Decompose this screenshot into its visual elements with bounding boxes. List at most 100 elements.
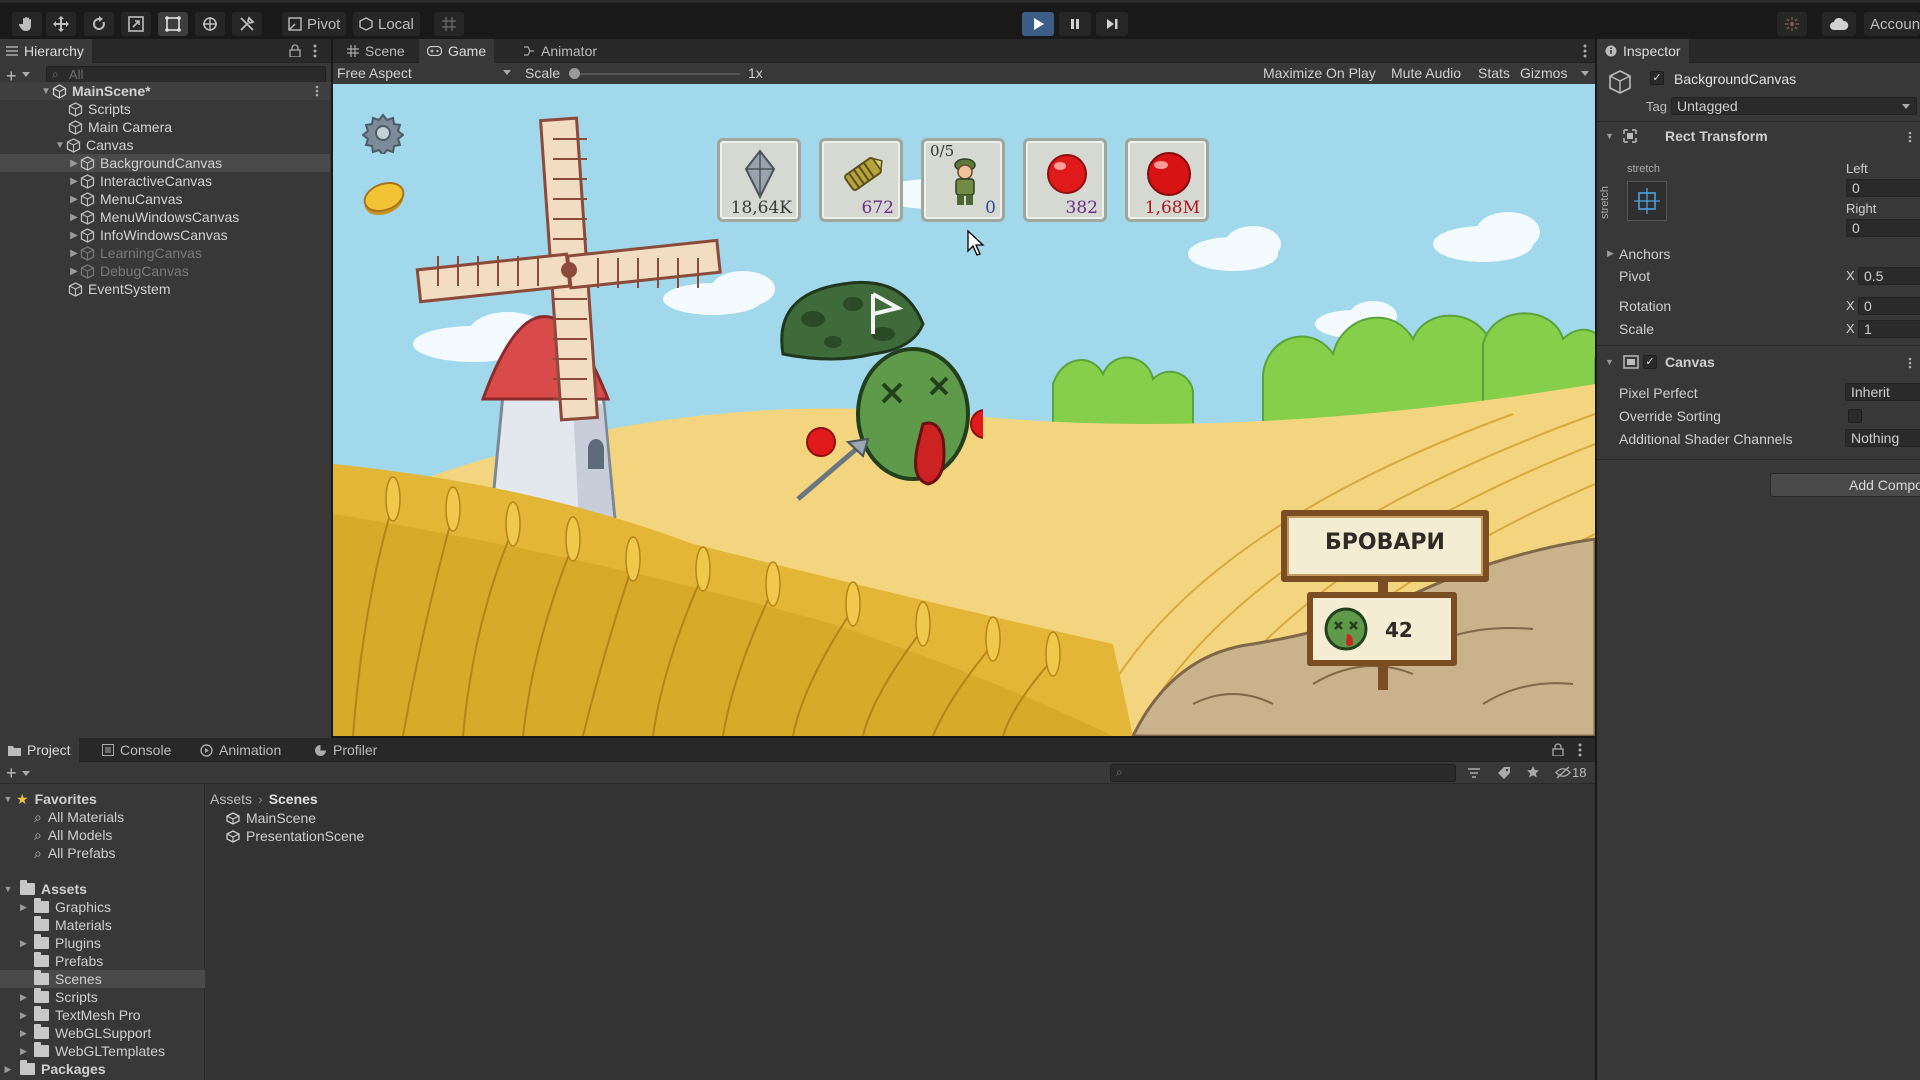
component-menu-icon[interactable] bbox=[1908, 357, 1912, 369]
mute-audio-toggle[interactable]: Mute Audio bbox=[1391, 65, 1461, 81]
filter-type-icon[interactable] bbox=[1467, 766, 1481, 780]
stats-toggle[interactable]: Stats bbox=[1478, 65, 1510, 81]
move-tool-button[interactable] bbox=[46, 12, 76, 36]
play-button[interactable] bbox=[1022, 12, 1054, 36]
collapsed-arrow-icon[interactable]: ▶ bbox=[68, 158, 80, 169]
scene-file-main[interactable]: MainScene bbox=[226, 809, 316, 827]
cloud-button[interactable] bbox=[1822, 12, 1856, 36]
hierarchy-item-background-canvas[interactable]: ▶ BackgroundCanvas bbox=[0, 154, 330, 172]
hierarchy-item-info-windows-canvas[interactable]: ▶ InfoWindowsCanvas bbox=[0, 226, 330, 244]
collapsed-arrow-icon[interactable]: ▶ bbox=[68, 266, 80, 277]
folder-plugins[interactable]: ▶ Plugins bbox=[20, 934, 101, 952]
anchors-label[interactable]: Anchors bbox=[1619, 246, 1670, 262]
gold-coin-icon[interactable] bbox=[361, 181, 407, 217]
collapsed-arrow-icon[interactable]: ▶ bbox=[68, 194, 80, 205]
transform-tool-button[interactable] bbox=[195, 12, 225, 36]
gizmos-toggle[interactable]: Gizmos bbox=[1520, 65, 1567, 81]
star-icon[interactable] bbox=[1526, 765, 1540, 779]
kebab-menu-icon[interactable] bbox=[313, 44, 317, 58]
chevron-down-icon[interactable] bbox=[22, 771, 30, 776]
anchor-presets-button[interactable] bbox=[1627, 181, 1667, 221]
packages-row[interactable]: ▶ Packages bbox=[0, 1060, 106, 1078]
tag-dropdown[interactable]: Untagged bbox=[1671, 97, 1917, 115]
local-toggle[interactable]: Local bbox=[353, 12, 420, 36]
favorite-all-prefabs[interactable]: ⌕ All Prefabs bbox=[34, 844, 116, 862]
add-component-button[interactable]: Add Compo bbox=[1770, 473, 1920, 497]
pixel-perfect-dropdown[interactable]: Inherit bbox=[1845, 383, 1920, 401]
collapsed-arrow-icon[interactable]: ▶ bbox=[20, 992, 34, 1003]
object-name-field[interactable]: BackgroundCanvas bbox=[1674, 71, 1796, 87]
grid-snap-button[interactable] bbox=[434, 12, 464, 36]
hierarchy-item-menu-windows-canvas[interactable]: ▶ MenuWindowsCanvas bbox=[0, 208, 330, 226]
enemy-count-sign[interactable]: 42 bbox=[1307, 592, 1457, 666]
folder-graphics[interactable]: ▶ Graphics bbox=[20, 898, 111, 916]
component-menu-icon[interactable] bbox=[1908, 131, 1912, 143]
gizmos-dropdown-icon[interactable] bbox=[1581, 71, 1589, 76]
favorites-row[interactable]: ▼ ★ Favorites bbox=[0, 790, 205, 808]
custom-tool-button[interactable] bbox=[232, 12, 262, 36]
hierarchy-item-canvas[interactable]: ▼ Canvas bbox=[0, 136, 330, 154]
city-sign[interactable]: БРОВАРИ bbox=[1281, 510, 1489, 582]
lock-icon[interactable] bbox=[1552, 743, 1564, 756]
override-sorting-checkbox[interactable] bbox=[1848, 409, 1862, 423]
pivot-x-field[interactable]: 0.5 bbox=[1858, 267, 1920, 285]
hud-big-orb-card[interactable]: 1,68M bbox=[1125, 138, 1209, 222]
scene-file-presentation[interactable]: PresentationScene bbox=[226, 827, 364, 845]
fold-arrow-icon[interactable]: ▼ bbox=[0, 884, 16, 894]
hierarchy-item-menu-canvas[interactable]: ▶ MenuCanvas bbox=[0, 190, 330, 208]
scale-tool-button[interactable] bbox=[121, 12, 151, 36]
game-view[interactable]: 18,64K 672 0/5 0 382 1,68M БРОВАРИ 42 bbox=[333, 84, 1595, 736]
scale-slider-handle[interactable] bbox=[569, 68, 580, 79]
breadcrumb-scenes[interactable]: Scenes bbox=[269, 791, 318, 807]
create-asset-button[interactable]: + bbox=[6, 763, 17, 784]
chevron-down-icon[interactable] bbox=[22, 72, 30, 77]
shader-channels-dropdown[interactable]: Nothing bbox=[1845, 429, 1920, 447]
hand-tool-button[interactable] bbox=[12, 12, 42, 36]
collapsed-arrow-icon[interactable]: ▶ bbox=[20, 1010, 34, 1021]
folder-materials[interactable]: Materials bbox=[34, 916, 112, 934]
hud-soldier-card[interactable]: 0/5 0 bbox=[921, 138, 1005, 222]
breadcrumb-assets[interactable]: Assets bbox=[210, 791, 252, 807]
scene-row[interactable]: ▼ MainScene* bbox=[0, 82, 330, 100]
folder-prefabs[interactable]: Prefabs bbox=[34, 952, 103, 970]
hud-orb-card[interactable]: 382 bbox=[1023, 138, 1107, 222]
assets-row[interactable]: ▼ Assets bbox=[0, 880, 205, 898]
collapsed-arrow-icon[interactable]: ▶ bbox=[1607, 248, 1614, 259]
tab-scene[interactable]: Scene bbox=[339, 39, 413, 63]
lock-icon[interactable] bbox=[289, 44, 301, 57]
tab-game[interactable]: Game bbox=[419, 39, 495, 63]
folder-textmesh-pro[interactable]: ▶ TextMesh Pro bbox=[20, 1006, 141, 1024]
collapsed-arrow-icon[interactable]: ▶ bbox=[0, 1064, 16, 1075]
eye-hidden-icon[interactable] bbox=[1555, 766, 1571, 779]
kebab-menu-icon[interactable] bbox=[1583, 44, 1587, 58]
tab-profiler[interactable]: Profiler bbox=[306, 738, 385, 762]
active-checkbox[interactable]: ✓ bbox=[1650, 71, 1664, 85]
tab-project[interactable]: Project bbox=[0, 738, 79, 762]
collapsed-arrow-icon[interactable]: ▶ bbox=[68, 212, 80, 223]
hierarchy-item-learning-canvas[interactable]: ▶ LearningCanvas bbox=[0, 244, 330, 262]
collab-button[interactable] bbox=[1777, 12, 1807, 36]
scale-slider-track[interactable] bbox=[570, 73, 740, 75]
folder-scenes[interactable]: Scenes bbox=[0, 970, 205, 988]
project-search-input[interactable]: ⌕ bbox=[1110, 764, 1456, 782]
account-dropdown[interactable]: Accoun bbox=[1864, 12, 1920, 36]
tab-hierarchy[interactable]: Hierarchy bbox=[0, 39, 92, 63]
hierarchy-item-main-camera[interactable]: Main Camera bbox=[0, 118, 330, 136]
rect-tool-button[interactable] bbox=[158, 12, 188, 36]
folder-webgl-templates[interactable]: ▶ WebGLTemplates bbox=[20, 1042, 165, 1060]
settings-gear-icon[interactable] bbox=[362, 112, 404, 154]
rotation-x-field[interactable]: 0 bbox=[1858, 297, 1920, 315]
aspect-dropdown[interactable]: Free Aspect bbox=[337, 65, 513, 82]
collapsed-arrow-icon[interactable]: ▶ bbox=[68, 176, 80, 187]
tab-animation[interactable]: Animation bbox=[192, 738, 289, 762]
hierarchy-item-event-system[interactable]: EventSystem bbox=[0, 280, 330, 298]
folder-scripts[interactable]: ▶ Scripts bbox=[20, 988, 98, 1006]
collapsed-arrow-icon[interactable]: ▶ bbox=[20, 1028, 34, 1039]
tab-console[interactable]: Console bbox=[94, 738, 179, 762]
tag-filter-icon[interactable] bbox=[1497, 766, 1511, 780]
collapsed-arrow-icon[interactable]: ▶ bbox=[68, 248, 80, 259]
collapsed-arrow-icon[interactable]: ▶ bbox=[68, 230, 80, 241]
favorite-all-models[interactable]: ⌕ All Models bbox=[34, 826, 112, 844]
expand-arrow-icon[interactable]: ▼ bbox=[54, 140, 66, 151]
pivot-toggle[interactable]: Pivot bbox=[282, 12, 347, 36]
